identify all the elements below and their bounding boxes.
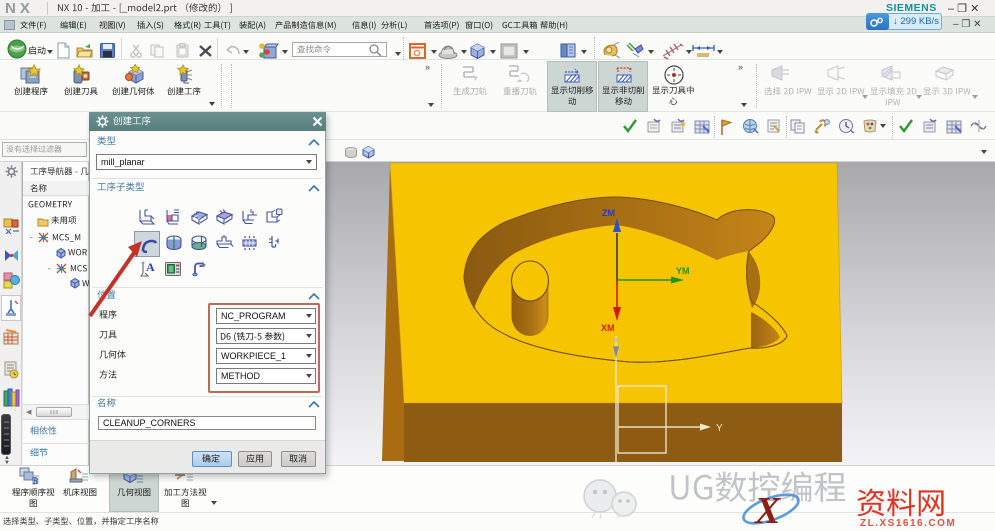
- svg-text:A: A: [146, 260, 155, 274]
- svg-text:X: X: [754, 490, 782, 530]
- svg-text:𝔹: 𝔹: [32, 476, 39, 486]
- svg-text:Y: Y: [716, 423, 723, 434]
